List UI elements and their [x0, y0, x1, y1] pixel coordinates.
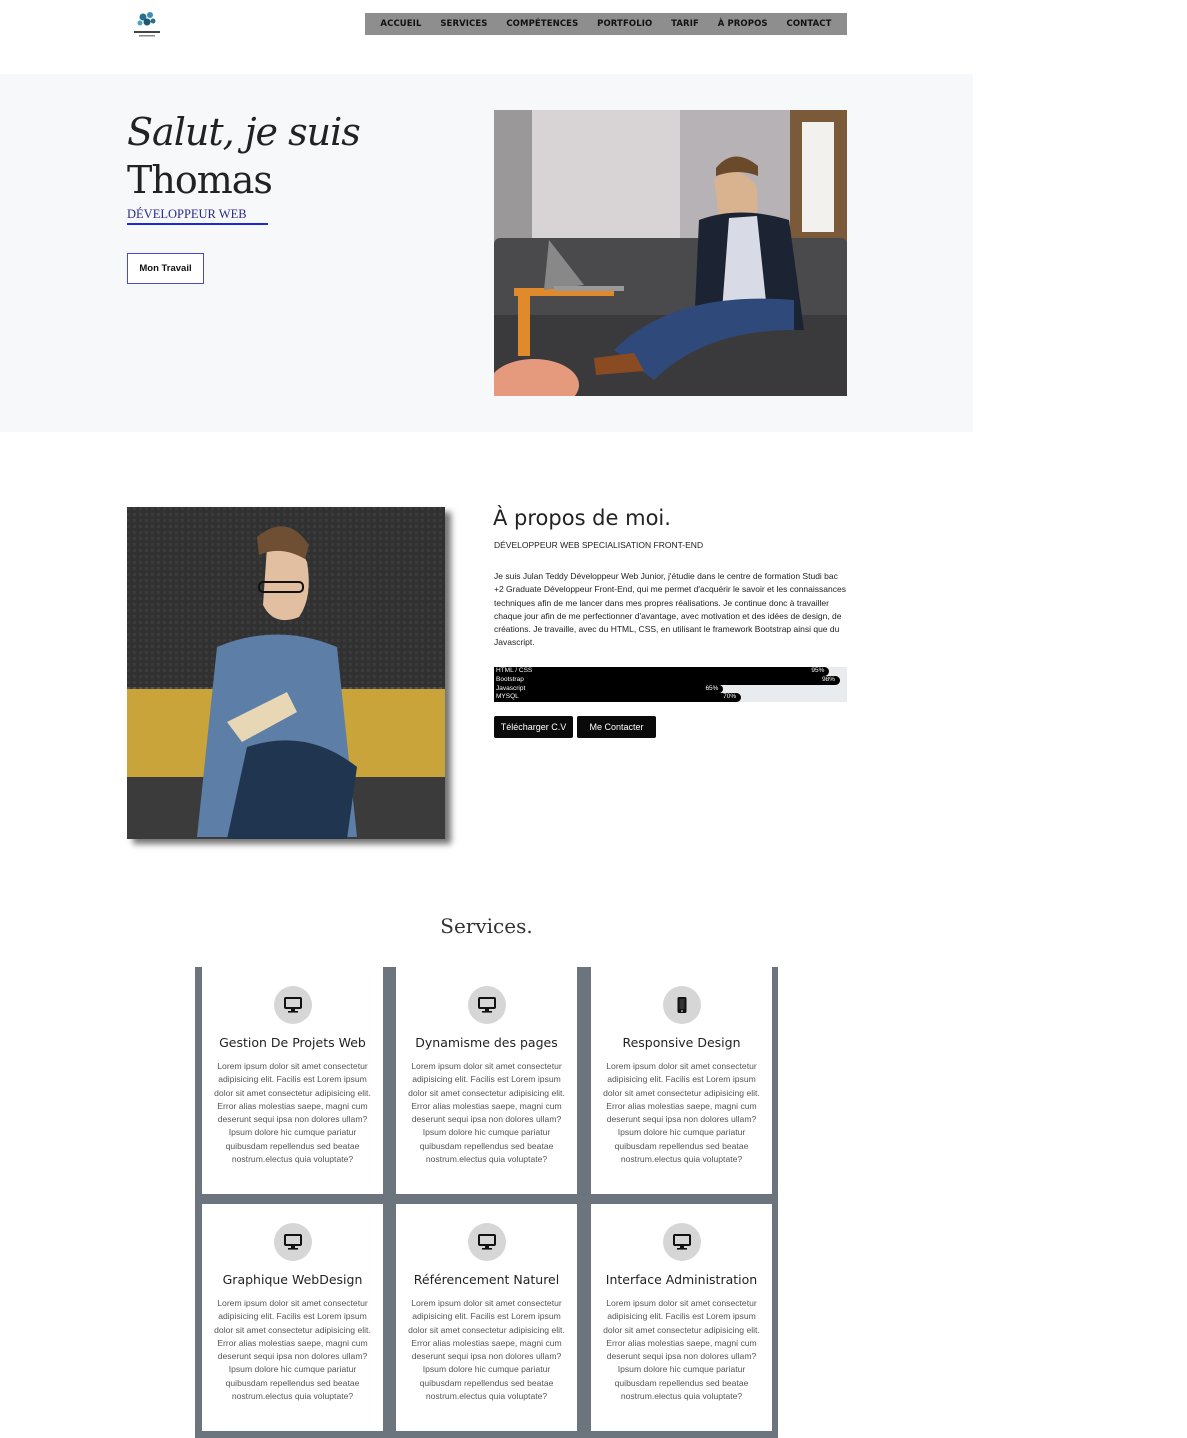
skill-name: HTML / CSS	[496, 667, 533, 674]
skill-bar	[494, 667, 830, 676]
skill-name: Bootstrap	[496, 675, 524, 683]
main-nav: ACCUEIL SERVICES COMPÉTENCES PORTFOLIO T…	[365, 13, 847, 35]
service-text: Lorem ipsum dolor sit amet consectetur a…	[214, 1298, 371, 1402]
about-description: Je suis Julan Teddy Développeur Web Juni…	[494, 571, 846, 648]
about-title: À propos de moi.	[493, 506, 671, 530]
service-text: Lorem ipsum dolor sit amet consectetur a…	[603, 1061, 760, 1165]
skill-percent: 98%	[821, 675, 835, 683]
services-grid: Gestion De Projets Web Lorem ipsum dolor…	[195, 967, 778, 1438]
skill-html-css: HTML / CSS 95%	[494, 667, 847, 676]
service-title: Graphique WebDesign	[222, 1272, 363, 1287]
skill-bar	[494, 693, 742, 702]
hero-role: DÉVELOPPEUR WEB	[127, 207, 268, 225]
desktop-icon	[662, 1223, 701, 1261]
desktop-icon	[273, 986, 312, 1024]
nav-competences[interactable]: COMPÉTENCES	[506, 19, 578, 29]
nav-a-propos[interactable]: À PROPOS	[718, 19, 768, 29]
nav-contact[interactable]: CONTACT	[786, 19, 831, 29]
hero-greeting: Salut, je suis	[127, 110, 361, 154]
skill-bar	[494, 684, 724, 694]
service-title: Dynamisme des pages	[415, 1035, 558, 1050]
skill-javascript: Javascript 65%	[494, 684, 847, 694]
hero-photo	[494, 110, 847, 396]
desktop-icon	[273, 1223, 312, 1261]
download-cv-button[interactable]: Télécharger C.V	[494, 716, 573, 738]
skill-percent: 70%	[723, 693, 737, 701]
desktop-icon	[467, 1223, 506, 1261]
service-text: Lorem ipsum dolor sit amet consectetur a…	[603, 1298, 760, 1402]
site-logo[interactable]	[131, 9, 163, 39]
skill-name: MYSQL	[496, 693, 519, 701]
service-card: Référencement Naturel Lorem ipsum dolor …	[396, 1204, 577, 1431]
service-card: Graphique WebDesign Lorem ipsum dolor si…	[202, 1204, 383, 1431]
service-title: Gestion De Projets Web	[219, 1035, 366, 1050]
service-text: Lorem ipsum dolor sit amet consectetur a…	[214, 1061, 371, 1165]
contact-me-button[interactable]: Me Contacter	[577, 716, 656, 738]
service-card: Responsive Design Lorem ipsum dolor sit …	[591, 967, 772, 1194]
service-card: Dynamisme des pages Lorem ipsum dolor si…	[396, 967, 577, 1194]
service-title: Responsive Design	[622, 1035, 741, 1050]
skill-percent: 65%	[705, 684, 719, 692]
nav-services[interactable]: SERVICES	[440, 19, 487, 29]
service-text: Lorem ipsum dolor sit amet consectetur a…	[408, 1061, 565, 1165]
skill-mysql: MYSQL 70%	[494, 693, 847, 702]
skill-percent: 95%	[811, 667, 825, 674]
skill-bootstrap: Bootstrap 98%	[494, 675, 847, 685]
service-title: Référencement Naturel	[413, 1272, 560, 1287]
nav-accueil[interactable]: ACCUEIL	[380, 19, 421, 29]
skill-bar	[494, 675, 840, 685]
hero-name: Thomas	[127, 158, 273, 202]
nav-portfolio[interactable]: PORTFOLIO	[597, 19, 652, 29]
service-card: Interface Administration Lorem ipsum dol…	[591, 1204, 772, 1431]
about-photo	[127, 507, 445, 839]
about-subtitle: DÉVELOPPEUR WEB SPECIALISATION FRONT-END	[494, 540, 704, 550]
service-card: Gestion De Projets Web Lorem ipsum dolor…	[202, 967, 383, 1194]
my-work-button[interactable]: Mon Travail	[127, 253, 204, 284]
service-title: Interface Administration	[605, 1272, 758, 1287]
skills-progress: HTML / CSS 95% Bootstrap 98% Javascript …	[494, 667, 847, 702]
phone-icon	[662, 986, 701, 1024]
nav-tarif[interactable]: TARIF	[671, 19, 699, 29]
service-text: Lorem ipsum dolor sit amet consectetur a…	[408, 1298, 565, 1402]
skill-name: Javascript	[496, 684, 526, 692]
desktop-icon	[467, 986, 506, 1024]
services-title: Services.	[440, 914, 533, 938]
